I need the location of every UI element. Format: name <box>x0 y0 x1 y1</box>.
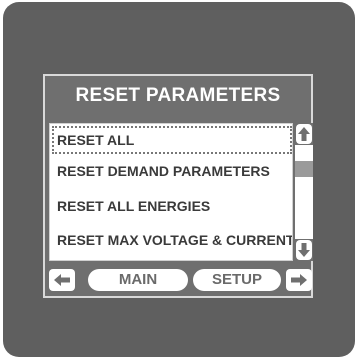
page-title: RESET PARAMETERS <box>75 85 281 106</box>
display-screen: RESET PARAMETERS RESET ALL RESET DEMAND … <box>43 74 313 298</box>
menu-item-reset-demand-parameters[interactable]: RESET DEMAND PARAMETERS <box>52 157 292 185</box>
scroll-down-button[interactable] <box>295 239 313 261</box>
scroll-up-button[interactable] <box>295 123 313 145</box>
scrollbar[interactable] <box>295 123 313 261</box>
forward-button[interactable] <box>286 269 312 291</box>
meter-bezel: RESET PARAMETERS RESET ALL RESET DEMAND … <box>3 2 355 357</box>
menu-item-reset-max-voltage-current[interactable]: RESET MAX VOLTAGE & CURRENT <box>52 226 292 254</box>
main-button[interactable]: MAIN <box>88 269 188 291</box>
arrow-up-icon <box>298 127 310 141</box>
menu-item-reset-all-energies[interactable]: RESET ALL ENERGIES <box>52 192 292 220</box>
arrow-down-icon <box>298 243 310 257</box>
back-button[interactable] <box>49 269 75 291</box>
menu-item-reset-all[interactable]: RESET ALL <box>52 126 292 154</box>
arrow-right-icon <box>291 274 307 286</box>
scroll-thumb[interactable] <box>295 161 313 177</box>
menu-list: RESET ALL RESET DEMAND PARAMETERS RESET … <box>49 123 293 261</box>
arrow-left-icon <box>54 274 70 286</box>
setup-button[interactable]: SETUP <box>193 269 281 291</box>
bottom-nav-bar: MAIN SETUP <box>49 269 312 293</box>
